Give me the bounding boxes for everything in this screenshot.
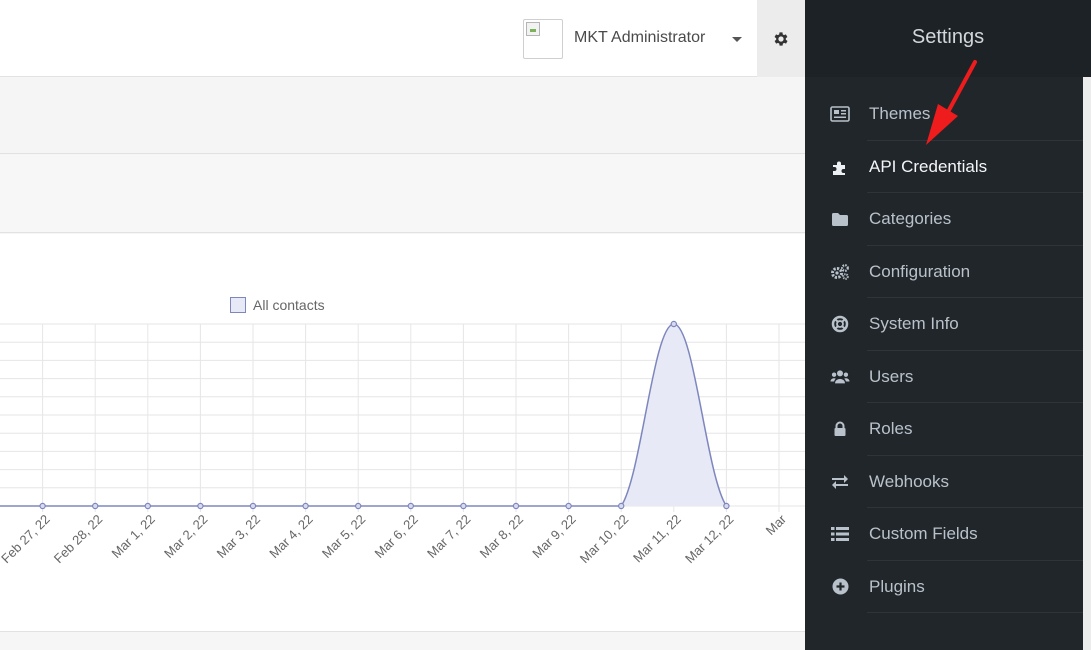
sidebar-item-roles[interactable]: Roles	[805, 403, 1083, 456]
x-tick-label: Mar	[763, 511, 790, 538]
sidebar-item-system-info[interactable]: System Info	[805, 298, 1083, 351]
x-tick-label: Feb 28, 22	[51, 512, 106, 567]
data-point	[565, 502, 572, 510]
data-point	[249, 502, 257, 510]
x-tick-label: Mar 4, 22	[266, 512, 315, 561]
x-tick-label: Mar 6, 22	[371, 512, 420, 561]
x-tick-label: Mar 3, 22	[214, 512, 263, 561]
data-point	[723, 502, 730, 510]
folder-icon	[830, 209, 850, 229]
sidebar-item-label: API Credentials	[869, 156, 988, 176]
sidebar-item-label: Webhooks	[869, 471, 950, 491]
sidebar-item-users[interactable]: Users	[805, 351, 1083, 404]
data-point	[39, 502, 46, 510]
users-icon	[830, 367, 850, 387]
data-point	[91, 502, 99, 510]
filter-band	[0, 155, 805, 233]
newspaper-icon	[830, 104, 850, 124]
x-tick-label: Mar 10, 22	[577, 512, 632, 567]
sidebar-item-webhooks[interactable]: Webhooks	[805, 456, 1083, 509]
lock-icon	[830, 419, 850, 439]
data-point	[460, 502, 467, 510]
puzzle-icon	[830, 157, 850, 177]
top-navbar: MKT Administrator	[0, 0, 805, 77]
sidebar-item-label: Roles	[869, 419, 913, 439]
sidebar-header: Settings	[805, 0, 1091, 77]
caret-down-icon[interactable]	[732, 37, 742, 42]
plus-circle-icon	[830, 577, 850, 597]
sidebar-item-label: Plugins	[869, 576, 925, 596]
user-menu-name[interactable]: MKT Administrator	[574, 29, 705, 47]
chart-panel: All contacts Feb 26, 22Feb 27, 22Feb 28,…	[0, 234, 805, 632]
x-tick-label: Mar 7, 22	[424, 512, 473, 561]
bottom-strip	[0, 633, 805, 650]
data-point	[355, 502, 362, 510]
sidebar-item-label: Configuration	[869, 261, 971, 281]
sidebar-item-themes[interactable]: Themes	[805, 88, 1083, 141]
sidebar-item-plugins[interactable]: Plugins	[805, 561, 1083, 614]
data-point	[407, 502, 414, 510]
sidebar-item-api-credentials[interactable]: API Credentials	[805, 141, 1083, 194]
x-tick-label: Mar 2, 22	[161, 512, 210, 561]
sidebar-item-configuration[interactable]: Configuration	[805, 246, 1083, 299]
data-point	[197, 502, 204, 510]
sidebar-item-label: Themes	[869, 104, 931, 124]
sidebar-item-categories[interactable]: Categories	[805, 193, 1083, 246]
broken-image-icon	[526, 22, 540, 36]
toolbar-band	[0, 78, 805, 154]
data-point	[302, 502, 309, 510]
data-point	[144, 502, 151, 510]
list-icon	[830, 524, 850, 544]
contacts-area-chart: Feb 26, 22Feb 27, 22Feb 28, 22Mar 1, 22M…	[0, 320, 805, 567]
sidebar-menu: Themes API Credentials Categories Config…	[805, 88, 1083, 613]
gear-icon	[774, 31, 788, 46]
sidebar-item-custom-fields[interactable]: Custom Fields	[805, 508, 1083, 561]
data-point	[670, 320, 678, 328]
sidebar-item-label: Users	[869, 366, 914, 386]
sidebar-item-label: Categories	[869, 209, 952, 229]
x-tick-label: Feb 27, 22	[0, 512, 53, 567]
settings-toggle-button[interactable]	[757, 0, 805, 77]
sidebar-item-label: Custom Fields	[869, 524, 978, 544]
x-tick-label: Mar 12, 22	[682, 512, 737, 567]
cogs-icon	[830, 262, 850, 282]
user-avatar[interactable]	[523, 19, 563, 59]
sidebar-scrollbar[interactable]	[1083, 77, 1091, 650]
x-tick-label: Mar 1, 22	[108, 512, 157, 561]
data-point	[618, 502, 625, 510]
x-tick-label: Mar 8, 22	[477, 512, 526, 561]
sidebar-item-label: System Info	[869, 314, 959, 334]
settings-sidebar: Settings Themes API Credentials Categori…	[805, 0, 1091, 650]
x-tick-label: Mar 5, 22	[319, 512, 368, 561]
exchange-icon	[830, 472, 850, 492]
sidebar-title: Settings	[911, 26, 985, 48]
data-point	[512, 502, 520, 510]
x-tick-label: Mar 11, 22	[630, 512, 684, 566]
x-tick-label: Mar 9, 22	[529, 512, 578, 561]
life-ring-icon	[830, 314, 850, 334]
